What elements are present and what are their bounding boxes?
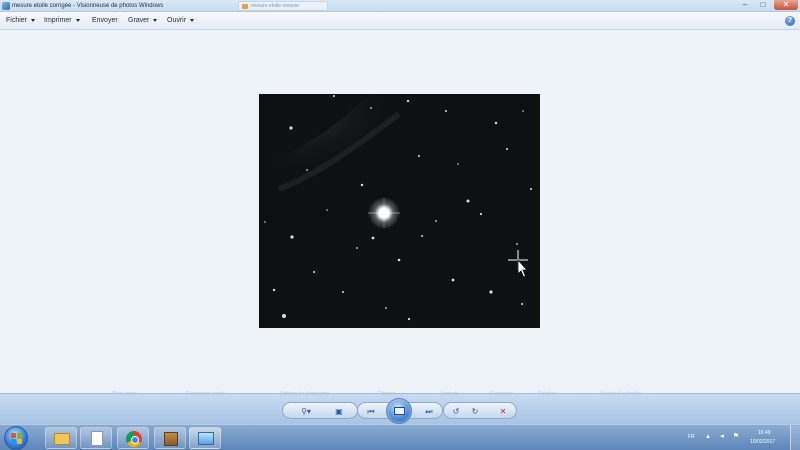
windows-logo-icon — [11, 433, 23, 445]
photo-viewer-icon — [198, 432, 214, 445]
slideshow-button[interactable] — [386, 398, 412, 424]
language-indicator[interactable]: FR — [688, 434, 695, 440]
background-window-title: mesure etoile mesure — [251, 3, 300, 9]
actual-size-icon[interactable]: ▣ — [333, 406, 345, 417]
mouse-cursor-icon — [508, 250, 528, 278]
faded-label: Rotation — [538, 391, 557, 397]
network-flag-icon[interactable]: ⚑ — [732, 433, 740, 441]
windows-taskbar: FR ▴ ◂ ⚑ 16:49 10/02/2017 — [0, 424, 800, 450]
faded-label: Plein écran — [112, 391, 138, 397]
start-button[interactable] — [4, 426, 28, 450]
faded-label: Agrandir — [440, 391, 459, 397]
help-icon[interactable]: ? — [785, 16, 795, 26]
photo-viewer-area — [0, 31, 800, 393]
zoom-controls-group: ⚲▾ ▣ — [282, 402, 358, 419]
bright-star — [368, 197, 400, 229]
menu-graver[interactable]: Graver — [128, 15, 158, 27]
volume-icon[interactable]: ◂ — [718, 433, 726, 441]
zoom-icon[interactable]: ⚲▾ — [297, 406, 315, 417]
faded-label: Réduire — [378, 391, 396, 397]
menu-graver-label: Graver — [128, 17, 150, 24]
rotate-left-icon[interactable]: ↺ — [450, 406, 462, 417]
menu-imprimer-label: Imprimer — [44, 17, 72, 24]
show-desktop-button[interactable] — [790, 425, 800, 450]
paint-app-icon — [242, 4, 248, 9]
show-hidden-icons-icon[interactable]: ▴ — [704, 433, 712, 441]
rotate-right-icon[interactable]: ↻ — [469, 406, 481, 417]
taskbar-archive[interactable] — [154, 427, 186, 449]
taskbar-explorer[interactable] — [45, 427, 77, 449]
viewer-control-bar: Plein écran Diaporama rapide Options de … — [0, 391, 800, 424]
archive-icon — [164, 432, 178, 446]
star-field-photo — [259, 94, 540, 328]
edit-controls-group: ↺ ↻ ✕ — [443, 402, 517, 419]
menu-ouvrir[interactable]: Ouvrir — [167, 15, 195, 27]
slideshow-icon — [394, 407, 405, 415]
document-icon — [91, 431, 103, 446]
taskbar-chrome[interactable] — [117, 427, 149, 449]
folder-icon — [54, 433, 70, 445]
maximize-button[interactable]: □ — [756, 0, 770, 10]
chrome-icon — [126, 431, 142, 447]
delete-icon[interactable]: ✕ — [497, 406, 509, 417]
chevron-down-icon — [153, 18, 158, 22]
faded-label: Supprimer — [490, 391, 514, 397]
star-field-image — [259, 94, 540, 328]
next-icon[interactable]: ⏭ — [423, 406, 435, 417]
menu-bar: Fichier Imprimer Envoyer Graver Ouvrir ? — [0, 12, 800, 30]
clock-date[interactable]: 10/02/2017 — [750, 439, 775, 445]
menu-imprimer[interactable]: Imprimer — [44, 15, 80, 27]
taskbar-document[interactable] — [80, 427, 112, 449]
faded-label: Diaporama rapide — [186, 391, 226, 397]
faded-label: Ajuster à la fenêtre — [600, 391, 642, 397]
menu-envoyer[interactable]: Envoyer — [92, 15, 118, 27]
chevron-down-icon — [31, 18, 36, 22]
faded-label: Options de diaporama — [280, 391, 330, 397]
menu-fichier-label: Fichier — [6, 17, 28, 24]
menu-ouvrir-label: Ouvrir — [167, 17, 187, 24]
previous-icon[interactable]: ⏮ — [365, 406, 377, 417]
menu-fichier[interactable]: Fichier — [6, 15, 36, 27]
clock-time[interactable]: 16:49 — [758, 430, 771, 436]
photo-viewer-app-icon — [2, 2, 10, 10]
taskbar-photo-viewer[interactable] — [189, 427, 221, 449]
chevron-down-icon — [190, 18, 195, 22]
minimize-button[interactable]: – — [738, 0, 752, 10]
window-title: mesure etoile corrigée - Visionneuse de … — [12, 3, 164, 9]
title-bar: mesure etoile corrigée - Visionneuse de … — [0, 0, 800, 12]
close-button[interactable]: ✕ — [774, 0, 798, 10]
chevron-down-icon — [75, 18, 80, 22]
menu-envoyer-label: Envoyer — [92, 17, 118, 24]
background-window-tab[interactable]: mesure etoile mesure — [238, 1, 328, 11]
